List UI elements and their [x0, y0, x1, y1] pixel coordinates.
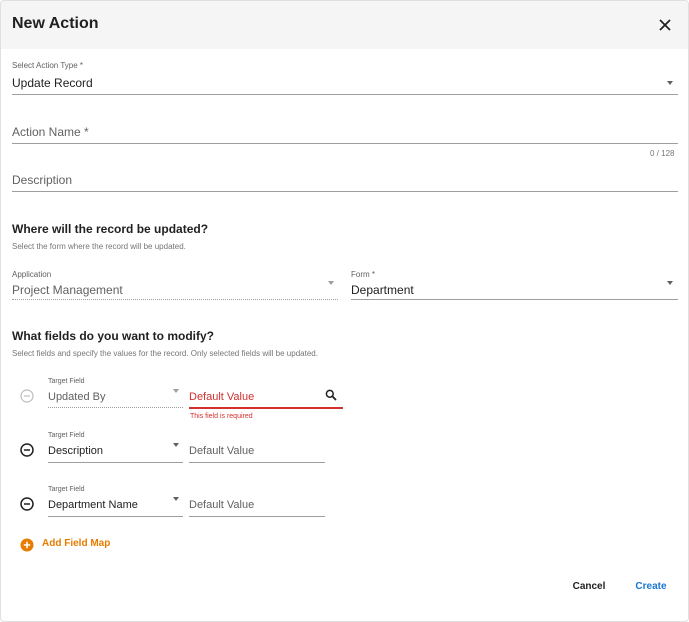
dialog-title: New Action: [12, 15, 99, 32]
field-map-row: Target Field Department Name Default Val…: [1, 483, 688, 523]
target-field-label: Target Field: [48, 378, 85, 385]
default-value-placeholder: Default Value: [189, 445, 255, 457]
remove-circle-icon[interactable]: [20, 443, 34, 457]
chevron-down-icon: [328, 281, 334, 285]
chevron-down-icon: [173, 497, 179, 501]
target-field-underline: [48, 407, 183, 408]
description-placeholder: Description: [12, 173, 73, 187]
error-message: This field is required: [190, 413, 253, 420]
default-value-input[interactable]: Default Value: [189, 439, 325, 463]
default-value-input[interactable]: Default Value: [189, 493, 325, 517]
remove-circle-icon: [20, 389, 34, 403]
field-map-row: Target Field Updated By Default Value Th…: [1, 375, 688, 425]
where-section-subtitle: Select the form where the record will be…: [12, 242, 186, 251]
new-action-dialog: New Action Select Action Type * Update R…: [0, 0, 689, 622]
default-value-placeholder: Default Value: [189, 391, 255, 403]
chevron-down-icon: [667, 81, 673, 85]
search-icon[interactable]: [325, 389, 337, 401]
target-field-underline: [48, 516, 183, 517]
target-field-select[interactable]: Target Field Department Name: [48, 485, 183, 517]
action-type-select[interactable]: Select Action Type * Update Record: [12, 60, 678, 95]
action-name-counter: 0 / 128: [650, 149, 675, 158]
field-map-row: Target Field Description Default Value: [1, 429, 688, 469]
action-type-value: Update Record: [12, 76, 93, 90]
chevron-down-icon: [173, 389, 179, 393]
target-field-value: Department Name: [48, 499, 138, 511]
default-value-input[interactable]: Default Value: [189, 385, 343, 409]
target-field-select[interactable]: Target Field Updated By: [48, 377, 183, 409]
where-section-title: Where will the record be updated?: [12, 222, 209, 236]
target-field-value: Description: [48, 445, 104, 457]
action-name-underline: [12, 143, 678, 144]
close-icon: [659, 19, 671, 31]
cancel-button[interactable]: Cancel: [567, 578, 611, 594]
target-field-label: Target Field: [48, 432, 85, 439]
create-button[interactable]: Create: [629, 578, 673, 594]
default-value-placeholder: Default Value: [189, 499, 255, 511]
default-value-underline: [189, 516, 325, 517]
dialog-header: New Action: [1, 1, 688, 49]
application-value: Project Management: [12, 283, 123, 297]
fields-section-subtitle: Select fields and specify the values for…: [12, 349, 318, 358]
target-field-select[interactable]: Target Field Description: [48, 431, 183, 463]
form-select[interactable]: Form * Department: [351, 269, 678, 301]
add-circle-icon: [20, 538, 34, 552]
action-name-placeholder: Action Name *: [12, 125, 89, 139]
action-type-label: Select Action Type *: [12, 61, 84, 70]
description-field[interactable]: Description: [12, 167, 678, 192]
remove-circle-icon[interactable]: [20, 497, 34, 511]
chevron-down-icon: [173, 443, 179, 447]
form-value: Department: [351, 283, 414, 297]
application-label: Application: [12, 270, 52, 279]
close-button[interactable]: [654, 14, 676, 36]
form-label: Form *: [351, 270, 375, 279]
form-underline: [351, 299, 678, 300]
target-field-value: Updated By: [48, 391, 106, 403]
application-underline: [12, 299, 338, 300]
default-value-underline: [189, 462, 325, 463]
chevron-down-icon: [667, 281, 673, 285]
add-field-map-label: Add Field Map: [42, 538, 111, 549]
action-type-underline: [12, 94, 678, 95]
target-field-label: Target Field: [48, 486, 85, 493]
target-field-underline: [48, 462, 183, 463]
add-field-map-button[interactable]: Add Field Map: [20, 537, 120, 553]
description-underline: [12, 191, 678, 192]
default-value-underline: [189, 407, 343, 409]
application-select: Application Project Management: [12, 269, 338, 301]
action-name-field[interactable]: Action Name *: [12, 119, 678, 144]
fields-section-title: What fields do you want to modify?: [12, 329, 214, 343]
